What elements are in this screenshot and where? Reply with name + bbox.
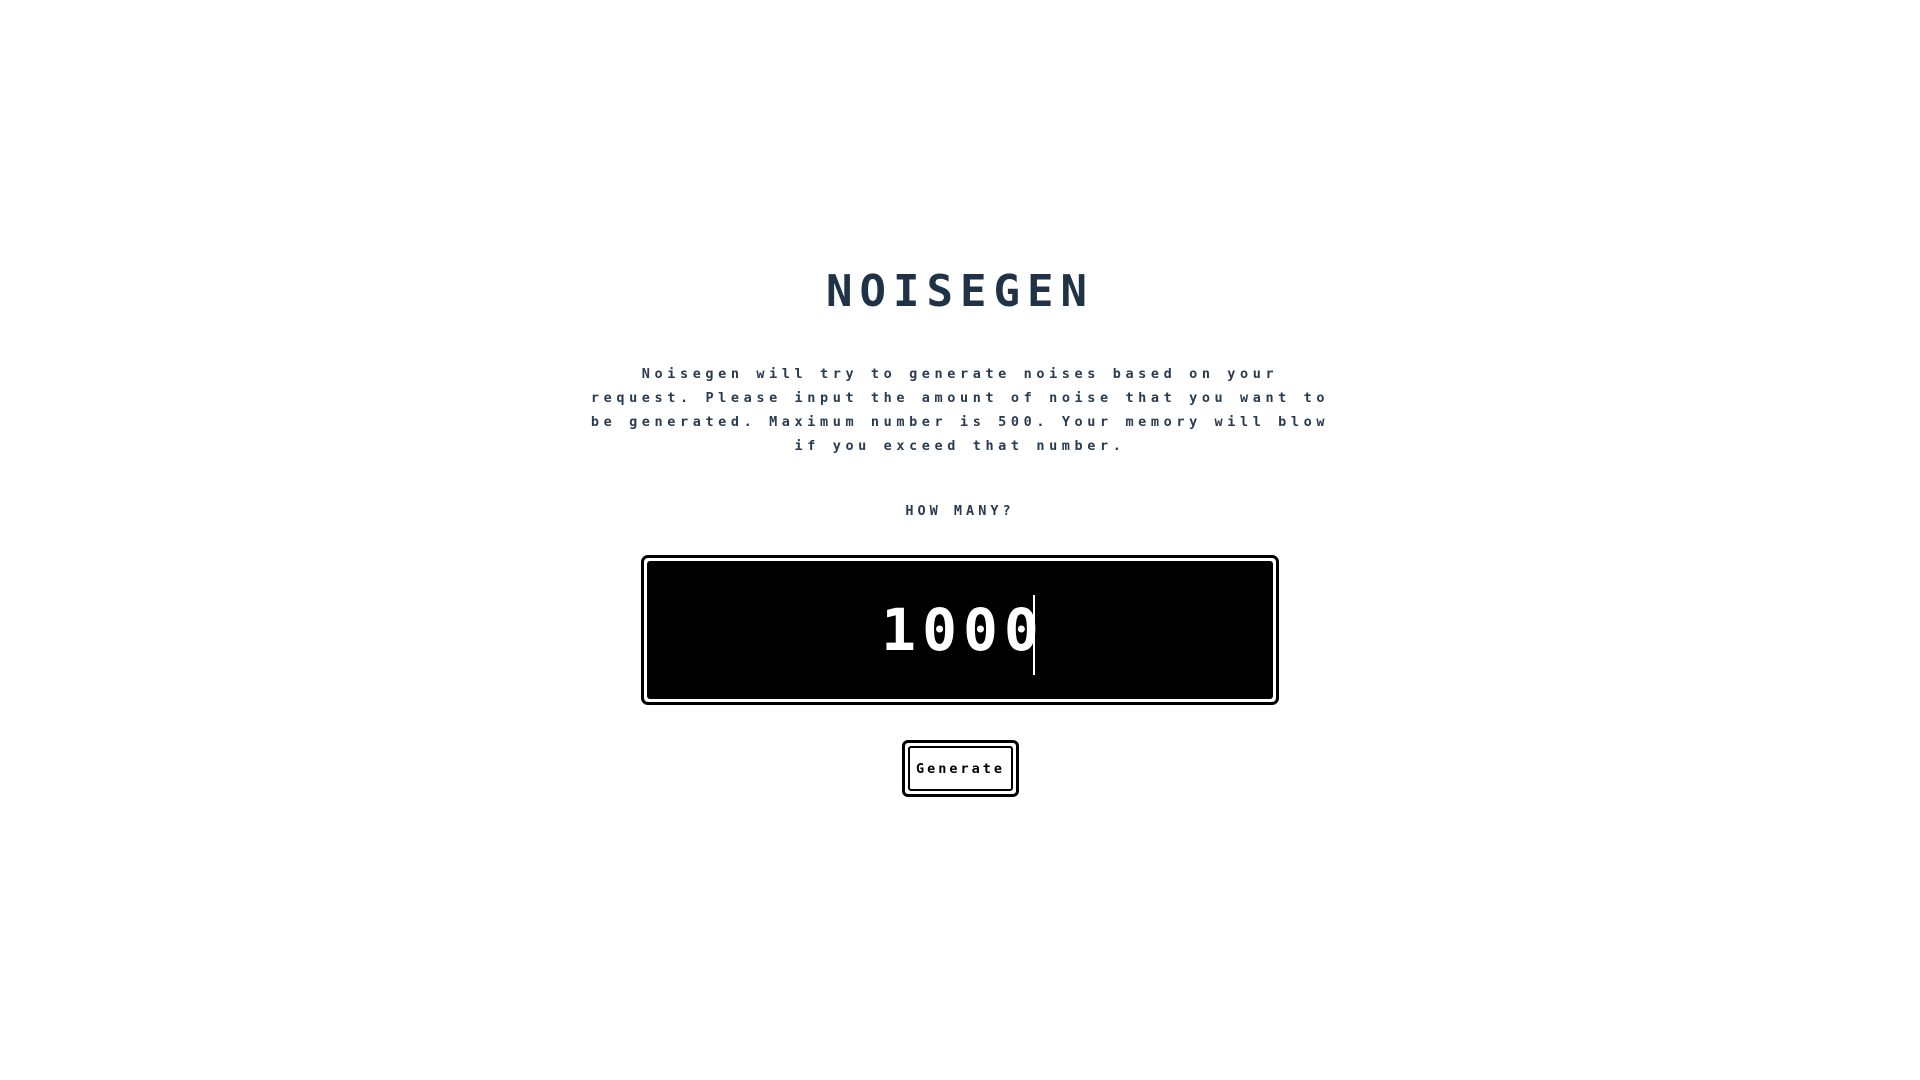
text-caret bbox=[1033, 595, 1035, 675]
description-text: Noisegen will try to generate noises bas… bbox=[590, 366, 1330, 454]
count-input-background[interactable] bbox=[647, 561, 1273, 699]
page: NOISEGEN Noisegen will try to generate n… bbox=[0, 0, 1920, 1080]
generate-button-label: Generate bbox=[908, 746, 1013, 791]
count-input-frame[interactable] bbox=[641, 555, 1279, 705]
page-title: NOISEGEN bbox=[826, 266, 1094, 317]
count-input[interactable] bbox=[647, 561, 1273, 699]
generate-button[interactable]: Generate bbox=[902, 740, 1019, 797]
count-label: HOW MANY? bbox=[905, 503, 1015, 519]
